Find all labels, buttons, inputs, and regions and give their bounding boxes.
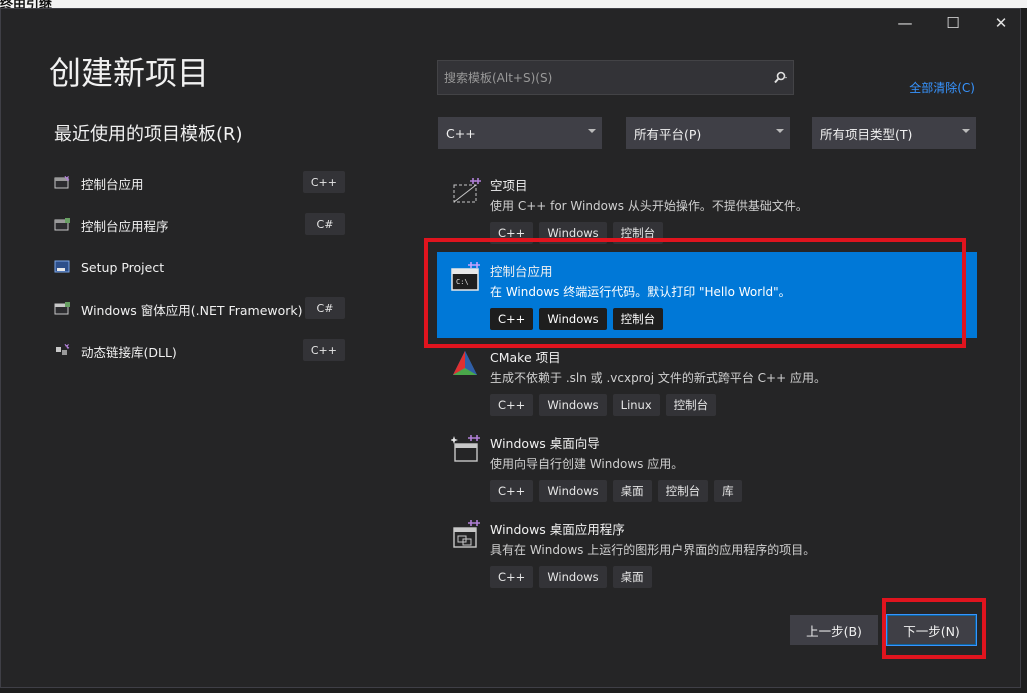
tag: C++ — [490, 394, 534, 416]
svg-text:C:\: C:\ — [456, 278, 469, 286]
tag: Windows — [539, 566, 607, 588]
language-tag: C# — [305, 213, 345, 235]
tag: Linux — [612, 394, 660, 416]
template-name: Windows 桌面向导 — [490, 436, 600, 451]
recent-item-dll[interactable]: 动态链接库(DLL) C++ — [54, 338, 349, 364]
tag: 控制台 — [612, 222, 664, 244]
recent-templates-heading: 最近使用的项目模板(R) — [54, 124, 243, 145]
project-type-filter-dropdown[interactable]: 所有项目类型(T) — [812, 117, 976, 149]
language-tag: C++ — [302, 171, 345, 193]
tag: C++ — [490, 308, 534, 330]
minimize-icon: — — [897, 14, 913, 32]
template-name: 空项目 — [490, 178, 528, 193]
language-tag: C# — [305, 297, 345, 319]
next-button[interactable]: 下一步(N) — [886, 614, 977, 646]
recent-item-label: Windows 窗体应用(.NET Framework) — [81, 302, 303, 318]
template-description: 生成不依赖于 .sln 或 .vcxproj 文件的新式跨平台 C++ 应用。 — [490, 371, 826, 385]
template-tags: C++ Windows 桌面 控制台 库 — [490, 480, 742, 502]
template-windows-desktop-wizard[interactable]: Windows 桌面向导 使用向导自行创建 Windows 应用。 C++ Wi… — [437, 424, 977, 510]
chevron-down-icon — [588, 129, 596, 133]
template-search-box[interactable]: 搜索模板(Alt+S)(S) — [437, 60, 794, 95]
tag: Windows — [539, 480, 607, 502]
maximize-icon: ☐ — [946, 14, 960, 32]
console-app-icon — [54, 175, 71, 190]
template-name: CMake 项目 — [490, 350, 561, 365]
tag: C++ — [490, 222, 534, 244]
console-app-icon — [54, 218, 71, 232]
template-windows-desktop-app[interactable]: Windows 桌面应用程序 具有在 Windows 上运行的图形用户界面的应用… — [437, 510, 977, 596]
tag: Windows — [539, 222, 607, 244]
template-description: 使用 C++ for Windows 从头开始操作。不提供基础文件。 — [490, 199, 808, 213]
dll-icon — [54, 343, 71, 358]
tag: 控制台 — [612, 308, 664, 330]
template-tags: C++ Windows 控制台 — [490, 222, 664, 244]
recent-item-winforms-app[interactable]: Windows 窗体应用(.NET Framework) C# — [54, 296, 349, 322]
background-editor-strip — [1021, 8, 1027, 693]
template-cmake-project[interactable]: CMake 项目 生成不依赖于 .sln 或 .vcxproj 文件的新式跨平台… — [437, 338, 977, 424]
tag: 控制台 — [657, 480, 709, 502]
search-icon[interactable] — [769, 71, 793, 85]
tag: C++ — [490, 480, 534, 502]
tag: 库 — [714, 480, 742, 502]
setup-project-icon — [54, 260, 71, 274]
template-name: 控制台应用 — [490, 264, 553, 279]
recent-item-console-app-cpp[interactable]: 控制台应用 C++ — [54, 170, 349, 196]
back-button[interactable]: 上一步(B) — [790, 615, 878, 645]
tag: 桌面 — [612, 480, 652, 502]
clear-all-link[interactable]: 全部清除(C) — [909, 79, 975, 96]
tag: Windows — [539, 394, 607, 416]
recent-item-setup-project[interactable]: Setup Project — [54, 254, 349, 280]
recent-item-label: 控制台应用 — [81, 176, 144, 192]
tag: Windows — [539, 308, 607, 330]
tag: C++ — [490, 566, 534, 588]
background-window-strip: 终由引继 — [0, 0, 1027, 12]
platform-filter-dropdown[interactable]: 所有平台(P) — [626, 117, 790, 149]
language-tag: C++ — [302, 339, 345, 361]
template-tags: C++ Windows Linux 控制台 — [490, 394, 717, 416]
chevron-down-icon — [776, 129, 784, 133]
recent-item-label: Setup Project — [81, 259, 165, 275]
template-description: 具有在 Windows 上运行的图形用户界面的应用程序的项目。 — [490, 543, 816, 557]
template-empty-project[interactable]: 空项目 使用 C++ for Windows 从头开始操作。不提供基础文件。 C… — [437, 166, 977, 252]
language-filter-dropdown[interactable]: C++ — [438, 117, 602, 149]
template-name: Windows 桌面应用程序 — [490, 522, 625, 537]
desktop-wizard-icon — [450, 434, 481, 464]
page-title: 创建新项目 — [49, 54, 210, 92]
close-icon: ✕ — [994, 14, 1008, 32]
chevron-down-icon — [962, 129, 970, 133]
language-filter-value: C++ — [446, 125, 476, 141]
desktop-app-icon — [451, 520, 481, 550]
tag: 桌面 — [612, 566, 652, 588]
recent-item-label: 动态链接库(DLL) — [81, 344, 177, 360]
minimize-button[interactable]: — — [882, 8, 928, 38]
empty-project-icon — [451, 176, 481, 206]
recent-item-label: 控制台应用程序 — [81, 218, 169, 234]
console-app-icon: C:\ — [451, 262, 481, 292]
winforms-icon — [54, 302, 71, 316]
template-console-app[interactable]: C:\ 控制台应用 在 Windows 终端运行代码。默认打印 "Hello W… — [437, 252, 977, 338]
tag: 控制台 — [665, 394, 717, 416]
cmake-icon — [451, 348, 481, 378]
maximize-button[interactable]: ☐ — [930, 8, 976, 38]
template-tags: C++ Windows 桌面 — [490, 566, 652, 588]
recent-item-console-app-csharp[interactable]: 控制台应用程序 C# — [54, 212, 349, 238]
search-placeholder: 搜索模板(Alt+S)(S) — [444, 71, 553, 85]
project-type-filter-value: 所有项目类型(T) — [820, 126, 913, 142]
template-tags: C++ Windows 控制台 — [490, 308, 664, 330]
template-description: 使用向导自行创建 Windows 应用。 — [490, 457, 684, 471]
close-button[interactable]: ✕ — [978, 8, 1024, 38]
background-editor-bottom — [0, 688, 1027, 693]
platform-filter-value: 所有平台(P) — [634, 126, 702, 142]
template-description: 在 Windows 终端运行代码。默认打印 "Hello World"。 — [490, 285, 791, 299]
